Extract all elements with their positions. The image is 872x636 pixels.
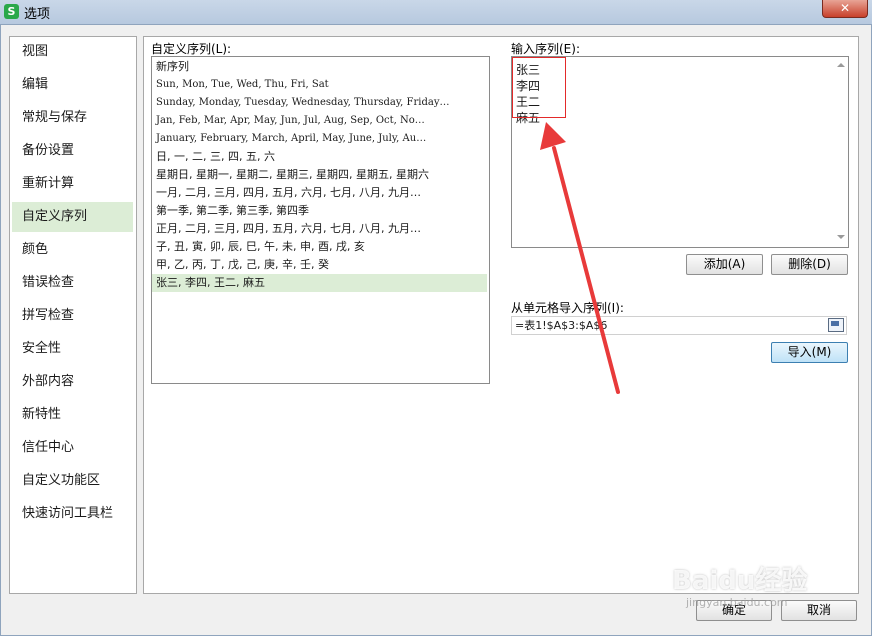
delete-button[interactable]: 删除(D) — [771, 254, 848, 275]
entries-scrollbar[interactable] — [833, 57, 848, 245]
nav-item-edit[interactable]: 编辑 — [12, 70, 133, 100]
collapse-dialog-icon[interactable] — [828, 318, 844, 332]
arrow-head-icon — [540, 122, 566, 150]
list-item[interactable]: 子, 丑, 寅, 卯, 辰, 巳, 午, 未, 申, 酉, 戌, 亥 — [152, 238, 487, 256]
nav-item-view[interactable]: 视图 — [12, 37, 133, 67]
custom-lists-label: 自定义序列(L): — [151, 42, 232, 56]
list-item[interactable]: 第一季, 第二季, 第三季, 第四季 — [152, 202, 487, 220]
app-icon: S — [4, 4, 19, 19]
watermark-logo: Baidu经验 — [672, 566, 808, 596]
highlight-annotation-box — [512, 57, 566, 118]
list-item[interactable]: 日, 一, 二, 三, 四, 五, 六 — [152, 148, 487, 166]
nav-item-quick-access[interactable]: 快速访问工具栏 — [12, 499, 133, 529]
import-button[interactable]: 导入(M) — [771, 342, 848, 363]
nav-item-spell-check[interactable]: 拼写检查 — [12, 301, 133, 331]
nav-item-error-check[interactable]: 错误检查 — [12, 268, 133, 298]
list-item[interactable]: Jan, Feb, Mar, Apr, May, Jun, Jul, Aug, … — [152, 112, 487, 130]
list-item[interactable]: January, February, March, April, May, Ju… — [152, 130, 487, 148]
scroll-down-icon[interactable] — [837, 235, 845, 239]
custom-lists-listbox[interactable]: 新序列 Sun, Mon, Tue, Wed, Thu, Fri, Sat Su… — [151, 56, 490, 384]
watermark-url: jingyan.baidu.com — [686, 596, 788, 609]
list-entries-label: 输入序列(E): — [511, 42, 580, 56]
list-item-selected[interactable]: 张三, 李四, 王二, 麻五 — [152, 274, 487, 292]
scroll-up-icon[interactable] — [837, 63, 845, 67]
arrow-line — [552, 146, 620, 394]
nav-item-new-features[interactable]: 新特性 — [12, 400, 133, 430]
nav-item-color[interactable]: 颜色 — [12, 235, 133, 265]
nav-item-general-save[interactable]: 常规与保存 — [12, 103, 133, 133]
close-button[interactable]: ✕ — [822, 0, 868, 18]
nav-item-backup[interactable]: 备份设置 — [12, 136, 133, 166]
options-nav: 视图 编辑 常规与保存 备份设置 重新计算 自定义序列 颜色 错误检查 拼写检查… — [9, 36, 137, 594]
nav-item-trust-center[interactable]: 信任中心 — [12, 433, 133, 463]
nav-item-security[interactable]: 安全性 — [12, 334, 133, 364]
list-item[interactable]: 星期日, 星期一, 星期二, 星期三, 星期四, 星期五, 星期六 — [152, 166, 487, 184]
cancel-button[interactable]: 取消 — [781, 600, 857, 621]
list-item[interactable]: Sun, Mon, Tue, Wed, Thu, Fri, Sat — [152, 76, 487, 94]
list-item[interactable]: 一月, 二月, 三月, 四月, 五月, 六月, 七月, 八月, 九月… — [152, 184, 487, 202]
window-title: 选项 — [24, 7, 51, 22]
arrow-annotation — [540, 122, 620, 394]
list-item[interactable]: 甲, 乙, 丙, 丁, 戊, 己, 庚, 辛, 壬, 癸 — [152, 256, 487, 274]
nav-item-recalc[interactable]: 重新计算 — [12, 169, 133, 199]
list-item[interactable]: 正月, 二月, 三月, 四月, 五月, 六月, 七月, 八月, 九月… — [152, 220, 487, 238]
list-item[interactable]: 新序列 — [152, 58, 487, 76]
list-item[interactable]: Sunday, Monday, Tuesday, Wednesday, Thur… — [152, 94, 487, 112]
add-button[interactable]: 添加(A) — [686, 254, 763, 275]
nav-item-external-content[interactable]: 外部内容 — [12, 367, 133, 397]
nav-item-custom-ribbon[interactable]: 自定义功能区 — [12, 466, 133, 496]
title-bar[interactable]: S 选项 ✕ — [0, 0, 872, 24]
nav-item-custom-lists[interactable]: 自定义序列 — [12, 202, 133, 232]
